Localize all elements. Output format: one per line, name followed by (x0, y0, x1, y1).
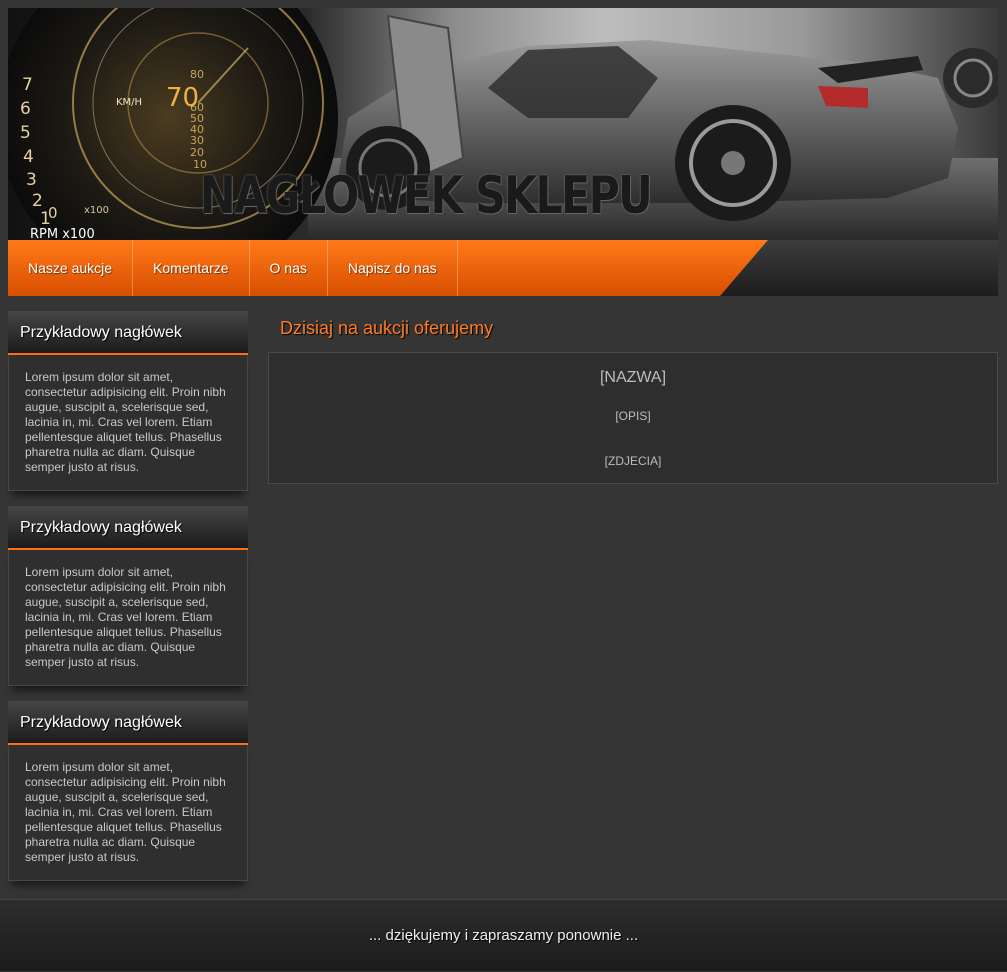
sidebar-box-heading: Przykładowy nagłówek (8, 506, 248, 550)
nav-item-o-nas[interactable]: O nas (250, 240, 328, 296)
sidebar-box-heading: Przykładowy nagłówek (8, 311, 248, 355)
footer-text: ... dziękujemy i zapraszamy ponownie ... (368, 927, 639, 944)
gauge-number: 6 (20, 99, 31, 119)
gauge-number: 0 (48, 204, 58, 222)
item-name: [NAZWA] (599, 369, 667, 386)
main-navigation: Nasze aukcje Komentarze O nas Napisz do … (8, 240, 998, 296)
gauge-inner-number: 80 (190, 68, 204, 81)
auction-item: [NAZWA] [OPIS] [ZDJECIA] (268, 352, 998, 484)
footer: ... dziękujemy i zapraszamy ponownie ... (0, 899, 1007, 971)
nav-item-komentarze[interactable]: Komentarze (133, 240, 250, 296)
sidebar-box-text: Lorem ipsum dolor sit amet, consectetur … (8, 745, 248, 881)
header-banner: 7 6 5 4 3 2 1 0 80 60 50 40 30 20 10 70 … (8, 8, 998, 240)
sidebar-box-text: Lorem ipsum dolor sit amet, consectetur … (8, 550, 248, 686)
item-photos: [ZDJECIA] (604, 454, 662, 468)
gauge-number: 5 (20, 123, 31, 143)
gauge-unit: KM/H (116, 97, 142, 108)
sidebar: Przykładowy nagłówek Lorem ipsum dolor s… (8, 311, 248, 896)
gauge-number: 2 (32, 191, 43, 211)
page-title: Dzisiaj na aukcji oferujemy (280, 318, 494, 338)
gauge-number: 4 (23, 147, 34, 167)
gauge-scale-label: x100 (84, 205, 109, 216)
sidebar-box: Przykładowy nagłówek Lorem ipsum dolor s… (8, 311, 248, 491)
sidebar-box-text: Lorem ipsum dolor sit amet, consectetur … (8, 355, 248, 491)
gauge-speed: 70 (166, 83, 199, 113)
shop-header-title: NAGŁOWEK SKLEPU (200, 166, 653, 226)
nav-item-nasze-aukcje[interactable]: Nasze aukcje (8, 240, 134, 296)
gauge-number: 3 (26, 170, 37, 190)
sidebar-box: Przykładowy nagłówek Lorem ipsum dolor s… (8, 701, 248, 881)
sidebar-box-heading: Przykładowy nagłówek (8, 701, 248, 745)
gauge-rpm-label: RPM x100 (30, 227, 95, 240)
item-description: [OPIS] (615, 409, 651, 423)
nav-item-napisz-do-nas[interactable]: Napisz do nas (328, 240, 458, 296)
sidebar-box: Przykładowy nagłówek Lorem ipsum dolor s… (8, 506, 248, 686)
gauge-number: 7 (22, 75, 33, 95)
